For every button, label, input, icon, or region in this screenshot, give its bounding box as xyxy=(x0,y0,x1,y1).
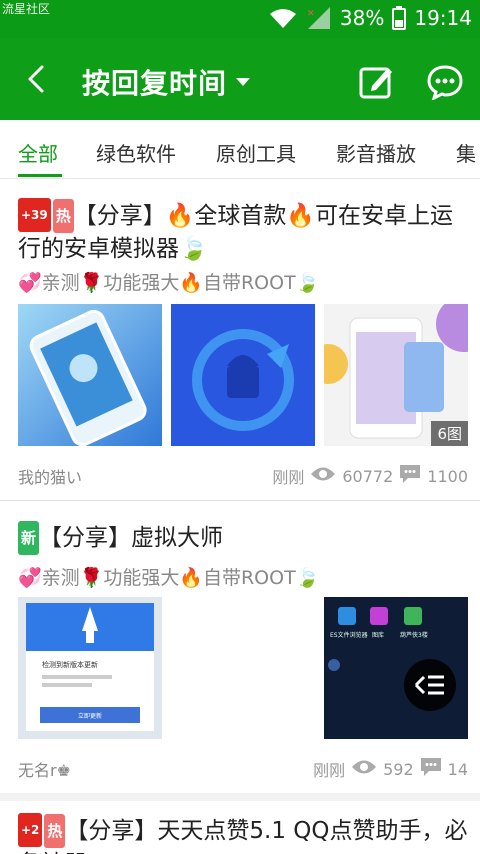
post-thumbnail[interactable] xyxy=(18,304,162,446)
clock: 19:14 xyxy=(414,6,472,30)
hot-badge: 热 xyxy=(44,814,66,848)
comment-icon xyxy=(420,757,442,781)
comment-count: 1100 xyxy=(427,466,468,486)
view-count: 592 xyxy=(383,759,414,779)
post-thumbnail[interactable]: ES文件浏览器 图库 葫芦侠3楼 xyxy=(324,597,468,739)
chat-icon[interactable] xyxy=(426,64,464,101)
tab-original-tools[interactable]: 原创工具 xyxy=(216,138,296,167)
post-time: 刚刚 xyxy=(272,468,305,487)
image-count-badge: 6图 xyxy=(431,421,468,446)
post-author[interactable]: 无名r♚ xyxy=(18,757,71,781)
post-author[interactable]: 我的猫い xyxy=(18,464,82,488)
post-thumbnail[interactable] xyxy=(171,304,315,446)
post-title[interactable]: +2热【分享】天天点赞5.1 QQ点赞助手，必备神器 xyxy=(18,813,468,854)
post-meta: 刚刚 592 14 xyxy=(313,757,468,781)
hot-badge: 热 xyxy=(52,199,74,233)
post-thumbnail[interactable]: 6图 xyxy=(324,304,468,446)
tab-media-player[interactable]: 影音播放 xyxy=(336,138,416,167)
post-thumbnail[interactable]: 检测到新版本更新 立即更新 xyxy=(18,597,162,739)
post-meta: 刚刚 60772 1100 xyxy=(272,464,468,488)
battery-percent: 38% xyxy=(339,6,385,30)
status-brand: 流星社区 xyxy=(2,2,51,16)
post-item[interactable]: 新【分享】虚拟大师 💞亲测🌹功能强大🔥自带ROOT🍃 检测到新版本更新 立即更新… xyxy=(0,501,480,793)
active-tab-indicator xyxy=(18,174,62,177)
comment-icon xyxy=(399,464,421,488)
post-title-text: 【分享】🔥全球首款🔥可在安卓上运行的安卓模拟器🍃 xyxy=(18,203,454,262)
post-title[interactable]: +39 热【分享】🔥全球首款🔥可在安卓上运行的安卓模拟器🍃 xyxy=(18,198,468,265)
edit-icon[interactable] xyxy=(358,64,394,100)
app-label: ES文件浏览器 xyxy=(330,631,368,639)
tab-green-software[interactable]: 绿色软件 xyxy=(96,138,176,167)
post-title[interactable]: 新【分享】虚拟大师 xyxy=(18,521,468,555)
signal-icon: ✕ xyxy=(306,6,332,30)
post-tags: 💞亲测🌹功能强大🔥自带ROOT🍃 xyxy=(18,272,320,294)
wifi-icon xyxy=(268,7,298,29)
eye-icon xyxy=(310,465,336,487)
reply-count-badge: +2 xyxy=(18,813,43,847)
post-title-text: 【分享】虚拟大师 xyxy=(39,525,224,551)
back-arrow-icon[interactable] xyxy=(22,64,52,94)
post-tags: 💞亲测🌹功能强大🔥自带ROOT🍃 xyxy=(18,567,320,589)
battery-icon xyxy=(392,6,407,30)
tab-collection[interactable]: 集 xyxy=(456,138,476,167)
status-bar: 流星社区 ✕ 38% 19:14 xyxy=(0,0,480,38)
category-tabs: 全部 绿色软件 原创工具 影音播放 集 xyxy=(0,120,480,179)
divider xyxy=(0,793,480,801)
post-time: 刚刚 xyxy=(313,761,346,780)
tab-all[interactable]: 全部 xyxy=(18,138,58,167)
post-item[interactable]: +39 热【分享】🔥全球首款🔥可在安卓上运行的安卓模拟器🍃 💞亲测🌹功能强大🔥自带… xyxy=(0,178,480,500)
post-item[interactable]: +2热【分享】天天点赞5.1 QQ点赞助手，必备神器 xyxy=(0,801,480,854)
dialog-title: 检测到新版本更新 xyxy=(42,660,98,669)
svg-text:✕: ✕ xyxy=(307,9,315,19)
app-bar: 按回复时间 xyxy=(0,38,480,120)
sort-title[interactable]: 按回复时间 xyxy=(82,62,227,102)
view-count: 60772 xyxy=(342,466,394,486)
eye-icon xyxy=(351,758,377,780)
comment-count: 14 xyxy=(447,759,468,779)
new-badge: 新 xyxy=(18,521,40,555)
reply-count-badge: +39 xyxy=(18,198,51,232)
chevron-down-icon[interactable] xyxy=(236,78,250,86)
app-label: 葫芦侠3楼 xyxy=(400,631,428,639)
dialog-button: 立即更新 xyxy=(78,712,102,720)
post-title-text: 【分享】天天点赞5.1 QQ点赞助手，必备神器 xyxy=(18,818,468,854)
app-label: 图库 xyxy=(372,631,384,639)
